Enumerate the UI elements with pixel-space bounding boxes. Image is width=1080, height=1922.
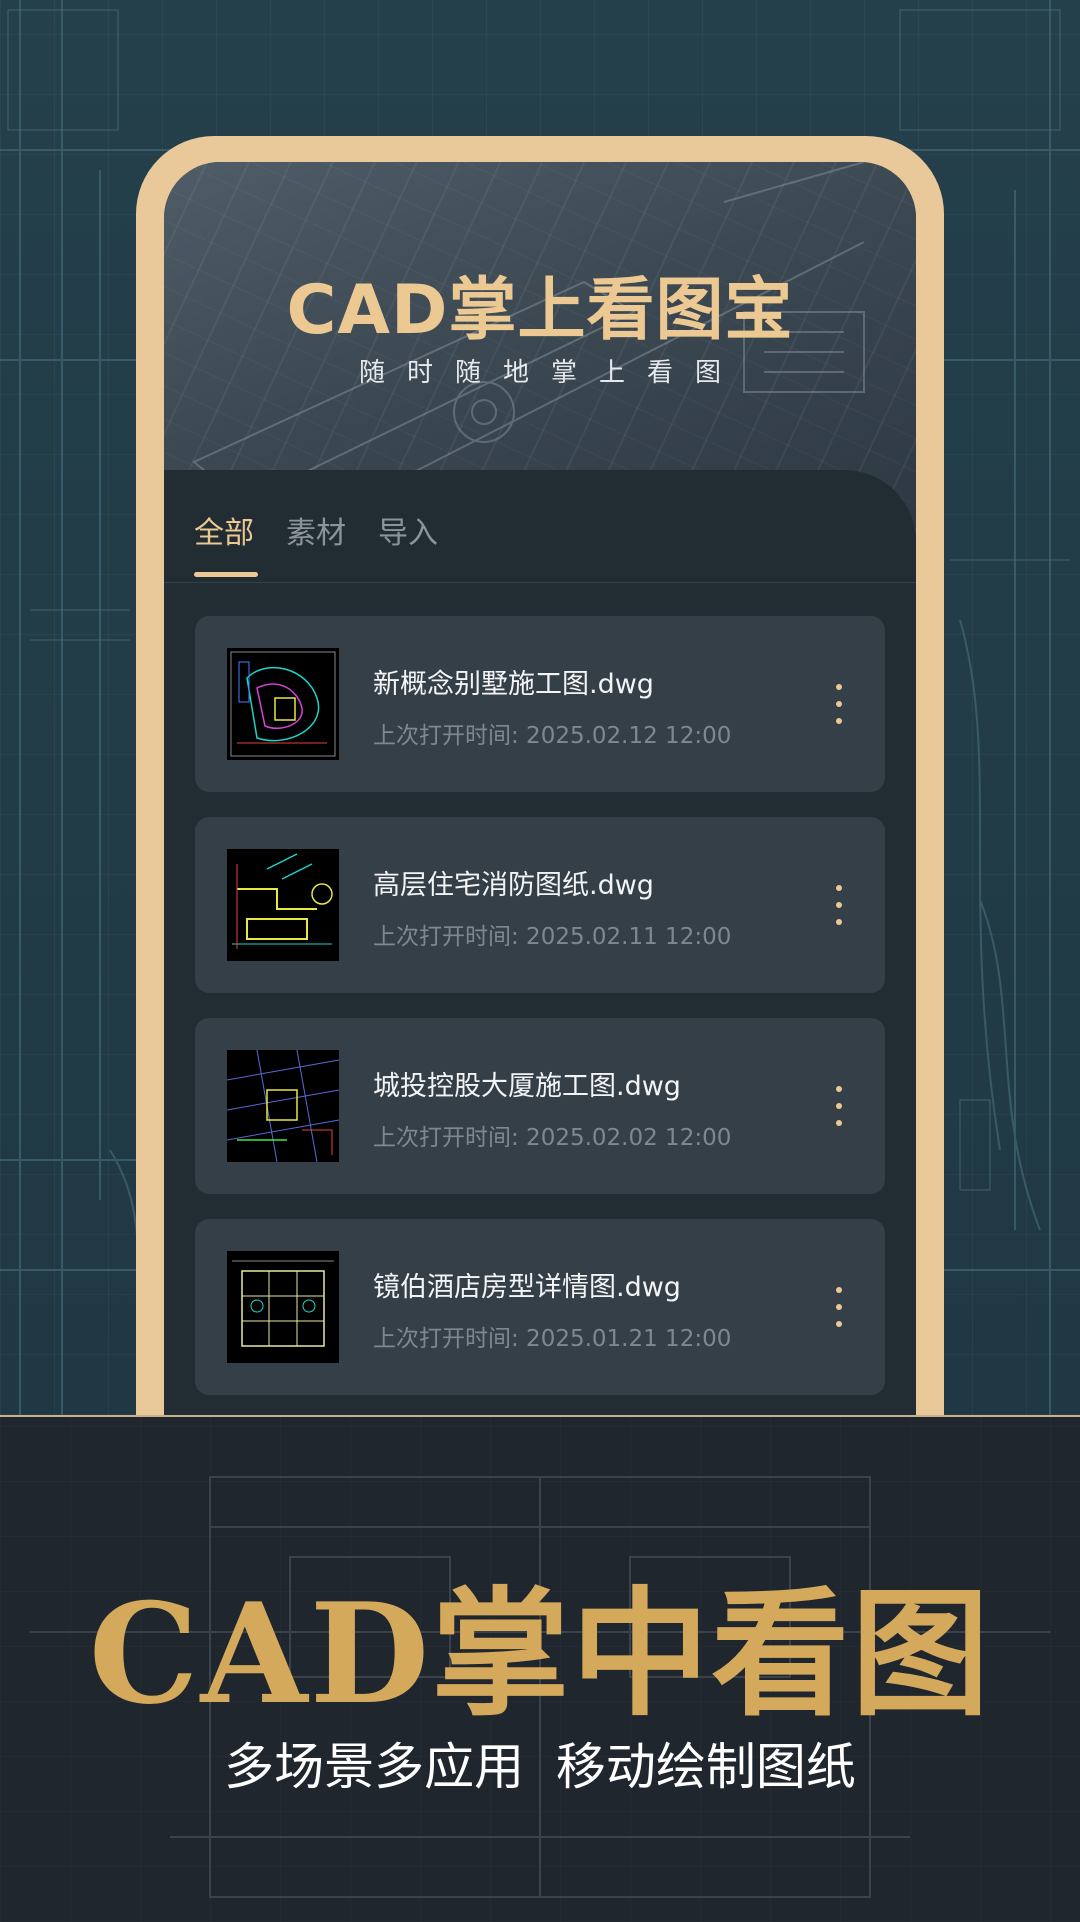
more-dot xyxy=(836,1086,842,1092)
more-dot xyxy=(836,885,842,891)
file-last-opened: 上次打开时间: 2025.02.02 12:00 xyxy=(373,1125,732,1151)
more-vertical-icon[interactable] xyxy=(829,1283,849,1331)
file-last-opened: 上次打开时间: 2025.01.21 12:00 xyxy=(373,1326,732,1352)
more-dot xyxy=(836,701,842,707)
file-name: 镜伯酒店房型详情图.dwg xyxy=(373,1272,681,1303)
file-name: 城投控股大厦施工图.dwg xyxy=(373,1071,681,1102)
tab-active-indicator xyxy=(194,572,258,577)
cad-thumbnail-icon xyxy=(227,1050,339,1162)
more-dot xyxy=(836,919,842,925)
file-name: 新概念别墅施工图.dwg xyxy=(373,669,654,700)
file-card[interactable]: 城投控股大厦施工图.dwg 上次打开时间: 2025.02.02 12:00 xyxy=(195,1018,885,1194)
tab-materials[interactable]: 素材 xyxy=(286,508,346,552)
more-dot xyxy=(836,902,842,908)
cad-thumbnail-icon xyxy=(227,1251,339,1363)
file-card[interactable]: 高层住宅消防图纸.dwg 上次打开时间: 2025.02.11 12:00 xyxy=(195,817,885,993)
file-card[interactable]: 新概念别墅施工图.dwg 上次打开时间: 2025.02.12 12:00 xyxy=(195,616,885,792)
more-dot xyxy=(836,1287,842,1293)
more-vertical-icon[interactable] xyxy=(829,1082,849,1130)
file-last-opened: 上次打开时间: 2025.02.11 12:00 xyxy=(373,924,732,950)
more-vertical-icon[interactable] xyxy=(829,680,849,728)
app-subtitle: 随时随地掌上看图 xyxy=(358,358,743,388)
more-vertical-icon[interactable] xyxy=(829,881,849,929)
more-dot xyxy=(836,684,842,690)
more-dot xyxy=(836,1321,842,1327)
promo-title: CAD掌中看图 xyxy=(88,1572,992,1735)
cad-thumbnail-icon xyxy=(227,849,339,961)
phone-screen: CAD掌上看图宝 随时随地掌上看图 全部 素材 导入 新概念别墅施工图.dwg … xyxy=(164,162,916,1415)
tab-import[interactable]: 导入 xyxy=(378,508,438,552)
more-dot xyxy=(836,718,842,724)
more-dot xyxy=(836,1120,842,1126)
more-dot xyxy=(836,1103,842,1109)
tab-divider xyxy=(164,582,916,583)
tab-all[interactable]: 全部 xyxy=(194,508,254,552)
file-last-opened: 上次打开时间: 2025.02.12 12:00 xyxy=(373,723,732,749)
file-list-panel: 全部 素材 导入 新概念别墅施工图.dwg 上次打开时间: 2025.02.12… xyxy=(164,470,916,1415)
cad-thumbnail-icon xyxy=(227,648,339,760)
more-dot xyxy=(836,1304,842,1310)
app-title: CAD掌上看图宝 xyxy=(286,271,794,350)
promo-subtitle: 多场景多应用 移动绘制图纸 xyxy=(224,1738,856,1796)
file-name: 高层住宅消防图纸.dwg xyxy=(373,870,654,901)
file-card[interactable]: 镜伯酒店房型详情图.dwg 上次打开时间: 2025.01.21 12:00 xyxy=(195,1219,885,1395)
promo-banner: CAD掌中看图 多场景多应用 移动绘制图纸 xyxy=(0,1415,1080,1922)
